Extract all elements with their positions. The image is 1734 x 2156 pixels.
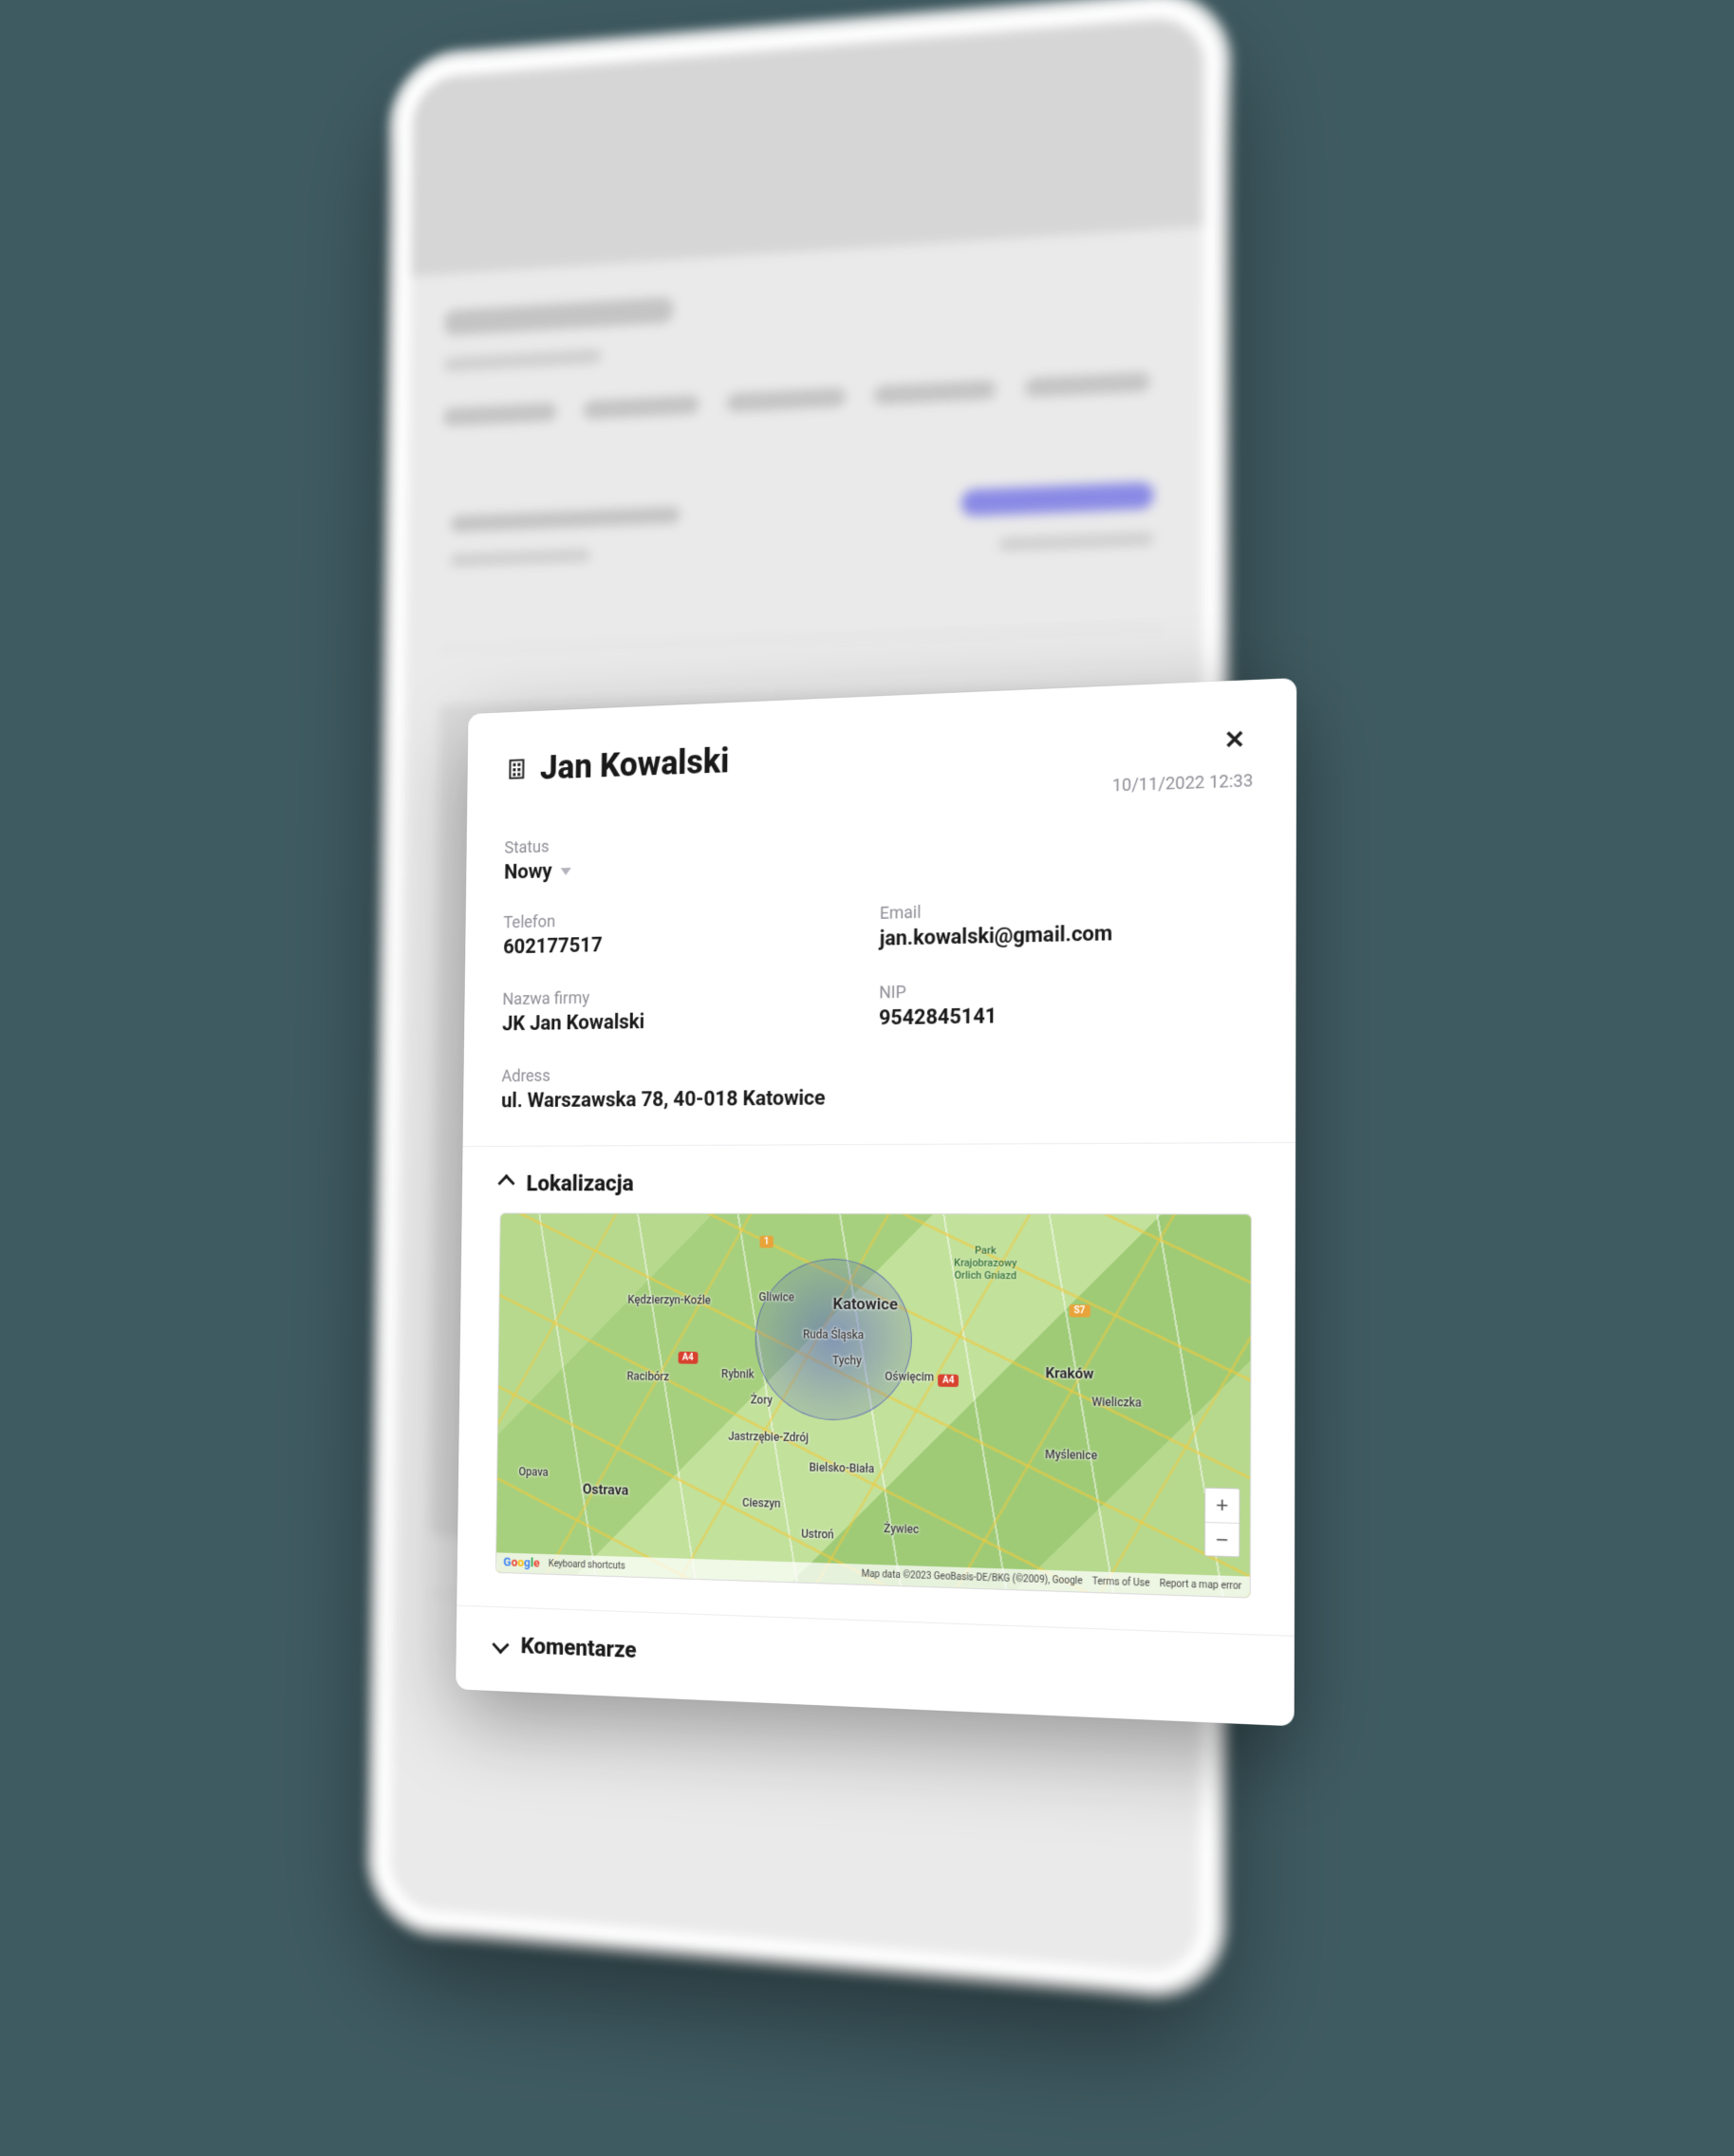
map-city-label: Opava [518,1465,548,1478]
map-city-label: Ruda Śląska [803,1328,864,1342]
map-road-badge: S7 [1069,1304,1090,1317]
building-icon [505,757,528,781]
company-value: JK Jan Kowalski [502,1007,851,1036]
map-road-badge: 1 [759,1236,774,1248]
map-terms-link[interactable]: Terms of Use [1092,1576,1150,1588]
map-road-badge: A4 [678,1352,698,1364]
email-value: jan.kowalski@gmail.com [880,919,1253,951]
company-label: Nazwa firmy [502,984,851,1009]
map-city-label: Rybnik [721,1367,755,1380]
address-label: Adress [501,1059,1252,1087]
map-city-label: Racibórz [626,1369,669,1382]
map-zoom-in-button[interactable]: + [1205,1489,1239,1523]
map-city-label: Jastrzębie-Zdrój [728,1430,809,1445]
status-value: Nowy [504,860,552,885]
location-map[interactable]: Park Krajobrazowy Orlich Gniazd 1 A4 A4 … [495,1213,1252,1599]
comments-section-toggle[interactable]: Komentarze [494,1631,1251,1688]
map-city-label: Bielsko-Biała [810,1460,875,1475]
map-city-label: Wieliczka [1091,1396,1141,1410]
chevron-up-icon [497,1174,514,1192]
map-city-label: Gliwice [758,1291,794,1304]
map-zoom-controls: + − [1204,1488,1240,1558]
map-zoom-out-button[interactable]: − [1205,1522,1239,1556]
map-city-label: Tychy [832,1354,862,1367]
location-section-toggle[interactable]: Lokalizacja [500,1169,1252,1196]
map-city-label: Kraków [1045,1364,1093,1382]
map-city-label: Cieszyn [742,1495,781,1509]
map-report-error-link[interactable]: Report a map error [1160,1579,1242,1592]
map-city-label: Kędzierzyn-Koźle [627,1293,711,1307]
map-city-label: Oświęcim [885,1370,934,1384]
comments-section-title: Komentarze [520,1633,636,1663]
map-city-label: Katowice [833,1295,899,1315]
google-logo: Google [503,1556,539,1571]
contact-detail-card: Jan Kowalski ✕ 10/11/2022 12:33 Status N… [456,678,1296,1726]
map-city-label: Myślenice [1045,1447,1097,1462]
map-keyboard-shortcuts-link[interactable]: Keyboard shortcuts [549,1559,625,1571]
phone-value: 602177517 [503,928,852,960]
location-section-title: Lokalizacja [526,1171,633,1196]
map-city-label: Ustroń [801,1527,834,1541]
chevron-down-icon [492,1636,509,1654]
map-data-attribution: Map data ©2023 GeoBasis-DE/BKG (©2009), … [862,1569,1083,1587]
map-attribution-bar: Google Keyboard shortcuts Map data ©2023… [496,1552,1250,1597]
caret-down-icon [561,867,571,874]
nip-label: NIP [879,976,1252,1003]
map-city-label: Żory [751,1393,773,1406]
address-value: ul. Warszawska 78, 40-018 Katowice [501,1082,1252,1113]
map-city-label: Żywiec [884,1522,919,1536]
contact-name: Jan Kowalski [540,741,730,787]
nip-value: 9542845141 [879,1001,1253,1030]
map-road-badge: A4 [938,1374,959,1386]
close-button[interactable]: ✕ [1216,721,1253,759]
map-park-label: Park Krajobrazowy Orlich Gniazd [954,1244,1017,1282]
map-city-label: Ostrava [583,1481,629,1499]
